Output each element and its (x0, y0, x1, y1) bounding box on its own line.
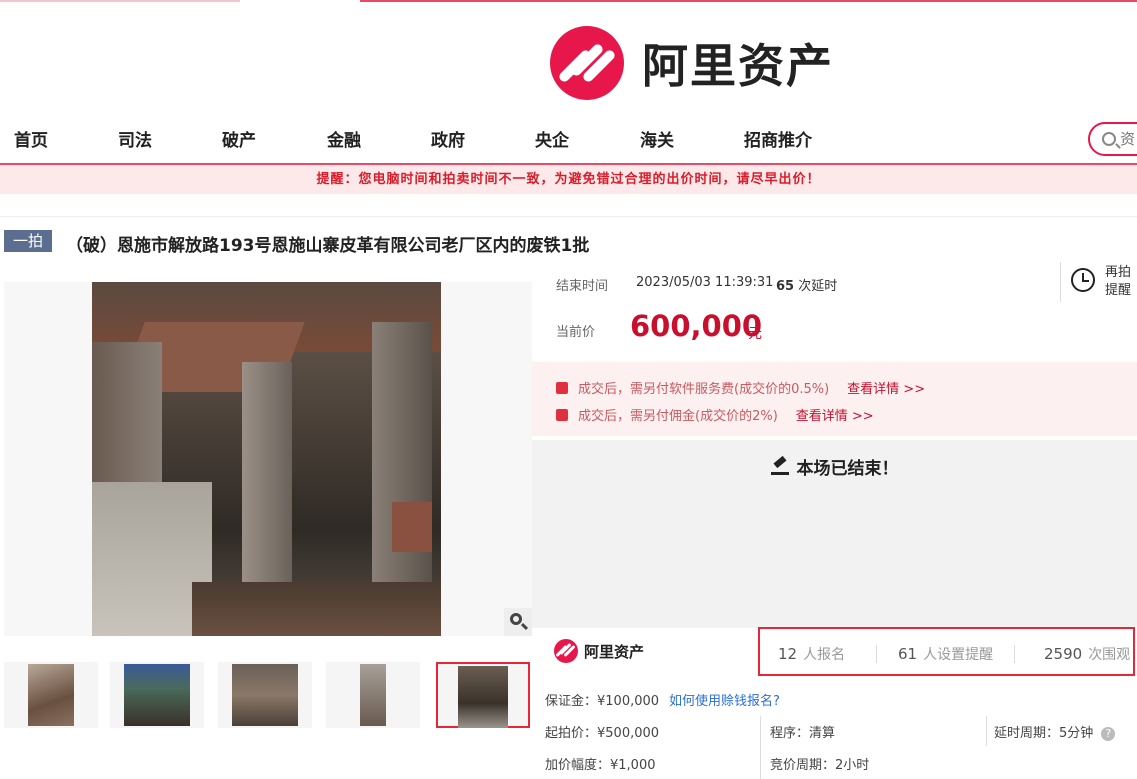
nav-item-bankruptcy[interactable]: 破产 (222, 126, 256, 151)
nav-item-soe[interactable]: 央企 (535, 126, 569, 151)
watchers-count: 2590 (1044, 645, 1083, 663)
divider (760, 716, 761, 779)
stats-brand-text: 阿里资产 (584, 642, 645, 661)
remind-line-1: 再拍 (1105, 265, 1132, 280)
bid-period: 竞价周期：2小时 (770, 758, 870, 773)
divider (876, 645, 877, 663)
time-reminder-bar: 提醒：您电脑时间和拍卖时间不一致，为避免错过合理的出价时间，请尽早出价！ (0, 163, 1137, 194)
site-logo[interactable]: 阿里资产 (550, 26, 834, 100)
delay-count-value: 65 (776, 279, 795, 294)
search-box[interactable] (1088, 122, 1137, 156)
top-accent-line (0, 0, 1137, 2)
main-nav: 首页 司法 破产 金融 政府 央企 海关 招商推介 (0, 118, 1137, 158)
deposit-row: 保证金：¥100,000 如何使用赊钱报名? (545, 690, 780, 709)
money-bag-icon (556, 382, 568, 394)
auction-ended-message: 本场已结束！ (796, 459, 899, 479)
divider (0, 216, 1137, 217)
auction-round-tag: 一拍 (4, 230, 52, 252)
ali-assets-logo-icon (550, 26, 624, 100)
nav-item-judicial[interactable]: 司法 (118, 126, 152, 151)
scrap-iron-photo (92, 282, 441, 636)
gavel-icon (770, 458, 789, 476)
divider (986, 716, 987, 746)
delay-count: 65 次延时 (776, 275, 837, 294)
price-unit: 元 (748, 326, 762, 342)
main-photo[interactable] (4, 282, 532, 636)
remind-line-2: 提醒 (1105, 283, 1132, 298)
fee-notice-box: 成交后，需另付软件服务费(成交价的0.5%) 查看详情 >> 成交后，需另付佣金(… (532, 362, 1137, 436)
current-price-label: 当前价 (556, 325, 596, 340)
registered-unit: 人报名 (803, 647, 846, 663)
search-input[interactable] (1120, 130, 1137, 148)
fee-row-commission: 成交后，需另付佣金(成交价的2%) 查看详情 >> (556, 405, 874, 424)
help-icon[interactable]: ? (1101, 727, 1116, 741)
magnifier-icon (510, 613, 522, 625)
start-price: 起拍价：¥500,000 (545, 726, 660, 741)
nav-item-government[interactable]: 政府 (431, 126, 465, 151)
thumbnail-2[interactable] (110, 662, 204, 728)
ali-assets-logo-icon (554, 639, 578, 663)
stat-registered: 12 人报名 (778, 644, 845, 664)
delay-period: 延时周期：5分钟? (994, 722, 1116, 741)
page-title: （破）恩施市解放路193号恩施山寨皮革有限公司老厂区内的废铁1批 (66, 236, 590, 256)
deposit-help-link[interactable]: 如何使用赊钱报名? (669, 694, 780, 709)
site-logo-text: 阿里资产 (642, 39, 834, 93)
end-time-value: 2023/05/03 11:39:31 (636, 275, 774, 290)
reminders-count: 61 (898, 645, 918, 663)
fee-detail-link[interactable]: 查看详情 >> (796, 409, 874, 424)
current-price-value: 600,000 (630, 309, 763, 343)
zoom-button[interactable] (504, 608, 532, 636)
fee-row-service: 成交后，需另付软件服务费(成交价的0.5%) 查看详情 >> (556, 378, 925, 397)
auction-ended-panel: 本场已结束！ (532, 440, 1137, 628)
bid-increment: 加价幅度：¥1,000 (545, 758, 656, 773)
money-bag-icon (556, 409, 568, 421)
thumbnail-3[interactable] (218, 662, 312, 728)
fee-detail-link[interactable]: 查看详情 >> (847, 382, 925, 397)
stat-watchers: 2590 次围观 (1044, 644, 1130, 664)
procedure: 程序：清算 (770, 726, 836, 741)
reminders-unit: 人设置提醒 (923, 647, 994, 663)
registered-count: 12 (778, 645, 798, 663)
nav-item-customs[interactable]: 海关 (640, 126, 674, 151)
search-icon[interactable] (1102, 132, 1116, 146)
nav-item-home[interactable]: 首页 (14, 126, 48, 151)
delay-period-value: 延时周期：5分钟 (994, 726, 1094, 741)
thumbnail-1[interactable] (4, 662, 98, 728)
stats-brand: 阿里资产 (554, 639, 644, 663)
delay-count-suffix: 次延时 (798, 279, 838, 294)
thumbnail-strip (4, 662, 532, 728)
fee-text: 成交后，需另付佣金(成交价的2%) (578, 409, 778, 424)
thumbnail-5[interactable] (436, 662, 530, 728)
stats-box: 12 人报名 61 人设置提醒 2590 次围观 (758, 627, 1135, 676)
fee-text: 成交后，需另付软件服务费(成交价的0.5%) (578, 382, 830, 397)
watchers-unit: 次围观 (1088, 647, 1131, 663)
divider (1014, 645, 1015, 663)
alarm-clock-icon (1071, 268, 1095, 292)
thumbnail-4[interactable] (326, 662, 420, 728)
end-time-label: 结束时间 (556, 279, 609, 294)
re-auction-reminder-button[interactable]: 再拍 提醒 (1060, 262, 1137, 302)
stat-reminders: 61 人设置提醒 (898, 644, 993, 664)
nav-item-investment[interactable]: 招商推介 (744, 126, 812, 151)
nav-item-finance[interactable]: 金融 (327, 126, 361, 151)
deposit-value: 保证金：¥100,000 (545, 694, 660, 709)
